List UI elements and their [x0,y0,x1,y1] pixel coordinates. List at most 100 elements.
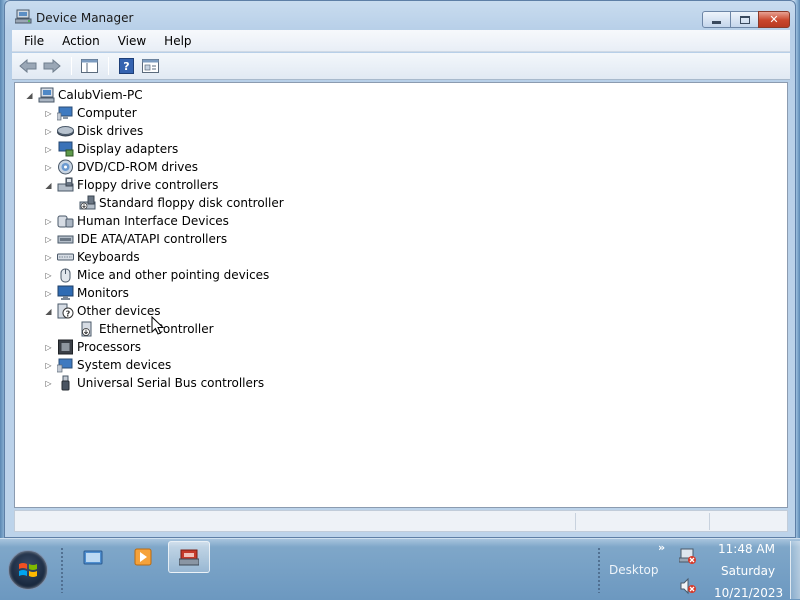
tree-item-ethernet-controller[interactable]: Ethernet Controller [75,320,214,338]
tree-item-usb-controllers[interactable]: ▷ Universal Serial Bus controllers [44,374,264,392]
windows-start-orb-icon [19,563,37,577]
keyboard-icon [57,249,74,265]
device-manager-window: Device Manager ✕ File Action View Help ?… [4,0,796,538]
svg-text:?: ? [66,310,71,319]
tree-item-dvd-drives[interactable]: ▷ DVD/CD-ROM drives [44,158,198,176]
taskbar-media-player-button[interactable] [122,541,164,573]
device-manager-taskbar-icon [179,549,199,566]
clock-date[interactable]: 10/21/2023 [714,586,783,600]
menu-view[interactable]: View [113,34,153,48]
expand-arrow-icon[interactable]: ▷ [44,253,53,262]
tree-item-mice[interactable]: ▷ Mice and other pointing devices [44,266,269,284]
hid-icon [57,213,74,229]
tree-root-label: CalubViem-PC [58,88,143,102]
expand-arrow-icon[interactable]: ▷ [44,127,53,136]
tree-item-keyboards[interactable]: ▷ Keyboards [44,248,140,266]
tree-item-label: Mice and other pointing devices [77,268,270,282]
computer-icon [57,105,74,121]
help-button[interactable]: ? [115,55,137,77]
volume-muted-icon[interactable] [679,577,697,598]
tree-item-standard-floppy-controller[interactable]: Standard floppy disk controller [75,194,284,212]
title-bar[interactable]: Device Manager ✕ [5,1,795,33]
desktop-toolbar-label[interactable]: Desktop [609,563,659,577]
show-desktop-button[interactable] [790,541,800,599]
collapse-arrow-icon[interactable]: ◢ [44,307,53,316]
menu-bar: File Action View Help [12,30,790,52]
forward-button[interactable] [41,55,63,77]
expand-arrow-icon[interactable]: ▷ [44,109,53,118]
menu-file[interactable]: File [19,34,51,48]
close-button[interactable]: ✕ [758,11,790,28]
tree-root[interactable]: ◢ CalubViem-PC [25,86,143,104]
device-manager-icon[interactable] [14,9,33,25]
expand-arrow-icon[interactable]: ▷ [44,361,53,370]
disk-drive-icon [57,123,74,139]
svg-text:?: ? [123,60,129,73]
taskbar-grip[interactable] [60,547,64,593]
expand-arrow-icon[interactable]: ▷ [44,163,53,172]
taskbar-device-manager-button[interactable] [168,541,210,573]
show-hide-console-tree-button[interactable] [78,55,100,77]
back-arrow-icon [19,59,37,73]
status-bar-separator [575,513,576,530]
expand-arrow-icon[interactable]: ▷ [44,217,53,226]
toolbar: ? [12,53,790,80]
tree-item-disk-drives[interactable]: ▷ Disk drives [44,122,143,140]
maximize-button[interactable] [731,11,758,28]
tree-item-label: Other devices [77,304,161,318]
tree-item-label: Processors [77,340,142,354]
back-button[interactable] [17,55,39,77]
properties-icon [141,59,159,73]
tree-item-monitors[interactable]: ▷ Monitors [44,284,129,302]
minimize-button[interactable] [702,11,731,28]
expand-arrow-icon[interactable]: ▷ [44,289,53,298]
tree-item-label: Standard floppy disk controller [99,196,284,210]
tree-item-label: DVD/CD-ROM drives [77,160,199,174]
show-hidden-icons-button[interactable]: » [658,541,665,554]
properties-button[interactable] [139,55,161,77]
expand-arrow-icon[interactable]: ▷ [44,271,53,280]
taskbar: Desktop » 11:48 AM Saturday 10/21/2023 [0,538,800,600]
expand-arrow-icon[interactable]: ▷ [44,343,53,352]
taskbar-grip[interactable] [597,547,601,593]
collapse-arrow-icon[interactable]: ◢ [44,181,53,190]
tree-item-label: IDE ATA/ATAPI controllers [77,232,228,246]
ide-controller-icon [57,231,74,247]
usb-icon [57,375,74,391]
mouse-icon [57,267,74,283]
tree-item-system-devices[interactable]: ▷ System devices [44,356,171,374]
expand-arrow-icon[interactable]: ▷ [44,379,53,388]
tree-item-label: Disk drives [77,124,144,138]
menu-action[interactable]: Action [57,34,107,48]
tree-item-label: Display adapters [77,142,179,156]
tree-item-floppy-controllers[interactable]: ◢ Floppy drive controllers [44,176,218,194]
maximize-icon [739,15,750,24]
network-disconnected-icon[interactable] [678,547,697,568]
tree-item-label: Keyboards [77,250,140,264]
windows-explorer-icon [83,550,103,565]
clock-day[interactable]: Saturday [721,564,775,578]
floppy-device-icon [79,195,96,211]
tree-item-ide-controllers[interactable]: ▷ IDE ATA/ATAPI controllers [44,230,227,248]
tree-item-label: Computer [77,106,137,120]
dvd-drive-icon [57,159,74,175]
window-title: Device Manager [36,11,134,25]
taskbar-explorer-button[interactable] [72,541,114,573]
expand-arrow-icon[interactable]: ▷ [44,145,53,154]
expand-arrow-icon[interactable]: ▷ [44,235,53,244]
clock-time[interactable]: 11:48 AM [718,542,775,556]
computer-root-icon [38,87,55,103]
collapse-arrow-icon[interactable]: ◢ [25,91,34,100]
tree-item-processors[interactable]: ▷ Processors [44,338,141,356]
toolbar-separator [108,57,109,75]
start-button[interactable] [8,550,48,590]
forward-arrow-icon [43,59,61,73]
menu-help[interactable]: Help [159,34,198,48]
tree-item-display-adapters[interactable]: ▷ Display adapters [44,140,178,158]
processor-icon [57,339,74,355]
unknown-device-icon: ? [57,303,74,319]
close-icon: ✕ [769,13,779,26]
tree-item-computer[interactable]: ▷ Computer [44,104,137,122]
tree-item-other-devices[interactable]: ◢ ? Other devices [44,302,161,320]
tree-item-hid[interactable]: ▷ Human Interface Devices [44,212,229,230]
